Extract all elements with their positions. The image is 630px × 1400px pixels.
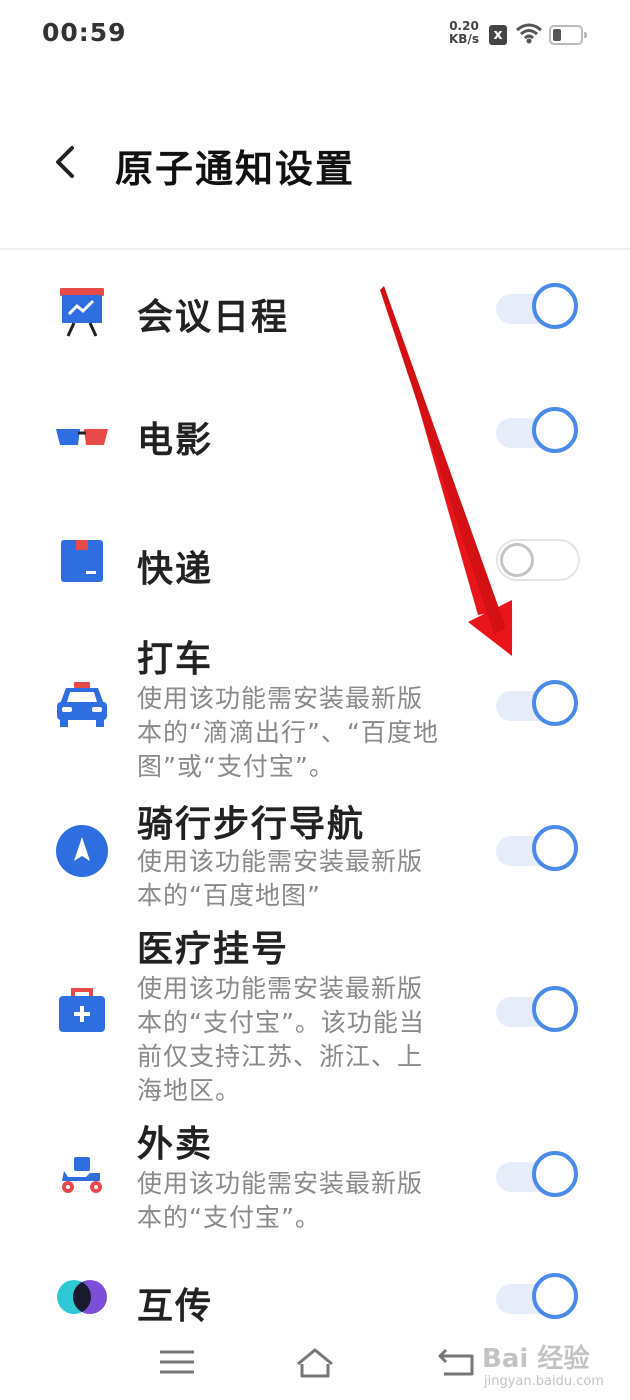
home-icon[interactable] bbox=[290, 1342, 340, 1382]
back-nav-icon[interactable] bbox=[432, 1342, 482, 1382]
watermark-url: jingyan.baidu.com bbox=[484, 1374, 604, 1389]
annotation-arrow bbox=[380, 286, 512, 656]
menu-icon[interactable] bbox=[152, 1342, 202, 1382]
baidu-watermark: Bai 经验 jingyan.baidu.com bbox=[480, 1330, 620, 1396]
watermark-text: Bai 经验 bbox=[482, 1344, 590, 1374]
